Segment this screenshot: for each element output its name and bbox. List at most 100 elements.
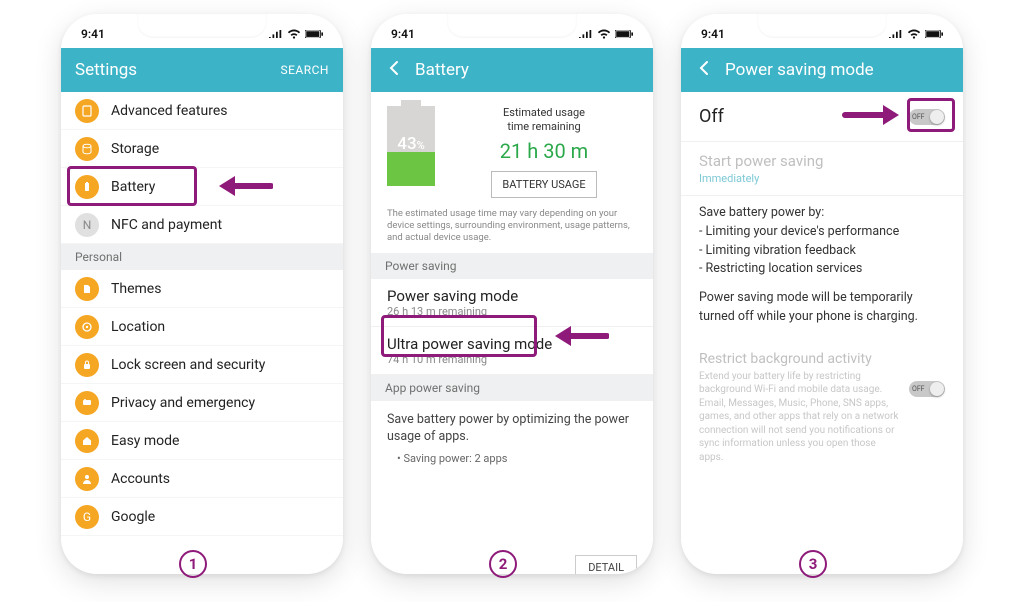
row-label: NFC and payment — [111, 217, 222, 233]
off-label: Off — [699, 106, 724, 127]
status-icons — [269, 29, 323, 40]
body-b2: - Limiting vibration feedback — [699, 243, 856, 258]
item-ultra-power-saving[interactable]: Ultra power saving mode 74 h 10 m remain… — [371, 327, 653, 375]
signal-icon — [579, 30, 593, 39]
notch — [757, 14, 887, 38]
ultra-title: Ultra power saving mode — [387, 335, 637, 353]
row-label: Google — [111, 509, 155, 525]
app-bar: Settings SEARCH — [61, 48, 343, 92]
app-ps-sub: • Saving power: 2 apps — [371, 450, 653, 467]
nfc-icon: N — [75, 213, 99, 237]
row-label: Advanced features — [111, 103, 227, 119]
restrict-toggle[interactable]: OFF — [909, 381, 945, 397]
restrict-title: Restrict background activity — [699, 351, 899, 367]
row-easy-mode[interactable]: Easy mode — [61, 422, 343, 460]
google-icon: G — [75, 505, 99, 529]
row-privacy[interactable]: Privacy and emergency — [61, 384, 343, 422]
ps-title: Power saving mode — [387, 287, 637, 305]
row-label: Storage — [111, 141, 159, 157]
battery-pct: 43 — [397, 134, 416, 154]
row-restrict-background: Restrict background activity Extend your… — [681, 345, 963, 471]
appbar-title: Battery — [415, 60, 639, 80]
settings-list: Advanced features Storage Battery N NFC … — [61, 92, 343, 574]
item-power-saving-mode[interactable]: Power saving mode 26 h 13 m remaining — [371, 279, 653, 327]
ps-sub: 26 h 13 m remaining — [387, 305, 637, 318]
wifi-icon — [907, 29, 921, 40]
row-location[interactable]: Location — [61, 308, 343, 346]
notch — [447, 14, 577, 38]
wifi-icon — [287, 29, 301, 40]
status-icons — [889, 29, 943, 40]
ultra-sub: 74 h 10 m remaining — [387, 353, 637, 366]
est-value: 21 h 30 m — [451, 139, 637, 163]
row-label: Location — [111, 319, 165, 335]
battery-icon — [75, 175, 99, 199]
section-personal: Personal — [61, 244, 343, 270]
phone-mockup-1: 9:41 Settings SEARCH Advanced features S… — [61, 14, 343, 574]
row-label: Themes — [111, 281, 161, 297]
row-off-toggle: Off OFF — [681, 92, 963, 142]
section-app-power-saving: App power saving — [371, 375, 653, 401]
privacy-icon — [75, 391, 99, 415]
battery-pct-suffix: % — [417, 139, 425, 152]
start-sub: Immediately — [699, 172, 945, 185]
off-toggle[interactable]: OFF — [909, 109, 945, 125]
power-saving-screen: Off OFF Start power saving Immediately S… — [681, 92, 963, 574]
row-label: Battery — [111, 179, 155, 195]
step-3-badge: 3 — [799, 550, 827, 578]
advanced-icon — [75, 99, 99, 123]
accounts-icon — [75, 467, 99, 491]
app-ps-text: Save battery power by optimizing the pow… — [371, 401, 653, 450]
row-nfc[interactable]: N NFC and payment — [61, 206, 343, 244]
back-icon[interactable] — [695, 59, 713, 81]
app-bar: Power saving mode — [681, 48, 963, 92]
row-label: Accounts — [111, 471, 170, 487]
search-action[interactable]: SEARCH — [280, 63, 329, 77]
status-icons — [579, 29, 633, 40]
appbar-title: Power saving mode — [725, 60, 949, 80]
themes-icon — [75, 277, 99, 301]
battery-status-icon — [925, 30, 943, 38]
row-advanced-features[interactable]: Advanced features — [61, 92, 343, 130]
row-battery[interactable]: Battery — [61, 168, 343, 206]
body-b3: - Restricting location services — [699, 261, 862, 276]
toggle-text: OFF — [912, 385, 925, 393]
section-power-saving: Power saving — [371, 253, 653, 279]
notch — [137, 14, 267, 38]
step-1-badge: 1 — [179, 550, 207, 578]
back-icon[interactable] — [385, 59, 403, 81]
battery-screen: 43% Estimated usage time remaining 21 h … — [371, 92, 653, 574]
row-google[interactable]: G Google — [61, 498, 343, 536]
row-accounts[interactable]: Accounts — [61, 460, 343, 498]
restrict-desc: Extend your battery life by restricting … — [699, 370, 899, 465]
wifi-icon — [597, 29, 611, 40]
battery-usage-button[interactable]: BATTERY USAGE — [491, 171, 596, 198]
lock-icon — [75, 353, 99, 377]
appbar-title: Settings — [75, 60, 268, 80]
battery-status-icon — [615, 30, 633, 38]
storage-icon — [75, 137, 99, 161]
status-time: 9:41 — [701, 27, 725, 41]
battery-note: The estimated usage time may vary depend… — [371, 208, 653, 253]
battery-status-icon — [305, 30, 323, 38]
row-storage[interactable]: Storage — [61, 130, 343, 168]
row-start-power-saving: Start power saving Immediately — [681, 142, 963, 196]
start-label: Start power saving — [699, 152, 945, 170]
status-time: 9:41 — [81, 27, 105, 41]
step-2-badge: 2 — [489, 550, 517, 578]
row-lock-security[interactable]: Lock screen and security — [61, 346, 343, 384]
body-b1: - Limiting your device's performance — [699, 224, 899, 239]
app-bar: Battery — [371, 48, 653, 92]
signal-icon — [269, 30, 283, 39]
row-label: Easy mode — [111, 433, 179, 449]
status-time: 9:41 — [391, 27, 415, 41]
signal-icon — [889, 30, 903, 39]
row-themes[interactable]: Themes — [61, 270, 343, 308]
detail-button[interactable]: DETAIL — [575, 555, 637, 574]
phone-mockup-2: 9:41 Battery 43% Estimated usage time re… — [371, 14, 653, 574]
battery-graphic: 43% — [387, 106, 435, 186]
home-icon — [75, 429, 99, 453]
body-note: Power saving mode will be temporarily tu… — [699, 289, 945, 327]
toggle-text: OFF — [912, 113, 925, 121]
row-label: Lock screen and security — [111, 357, 265, 373]
